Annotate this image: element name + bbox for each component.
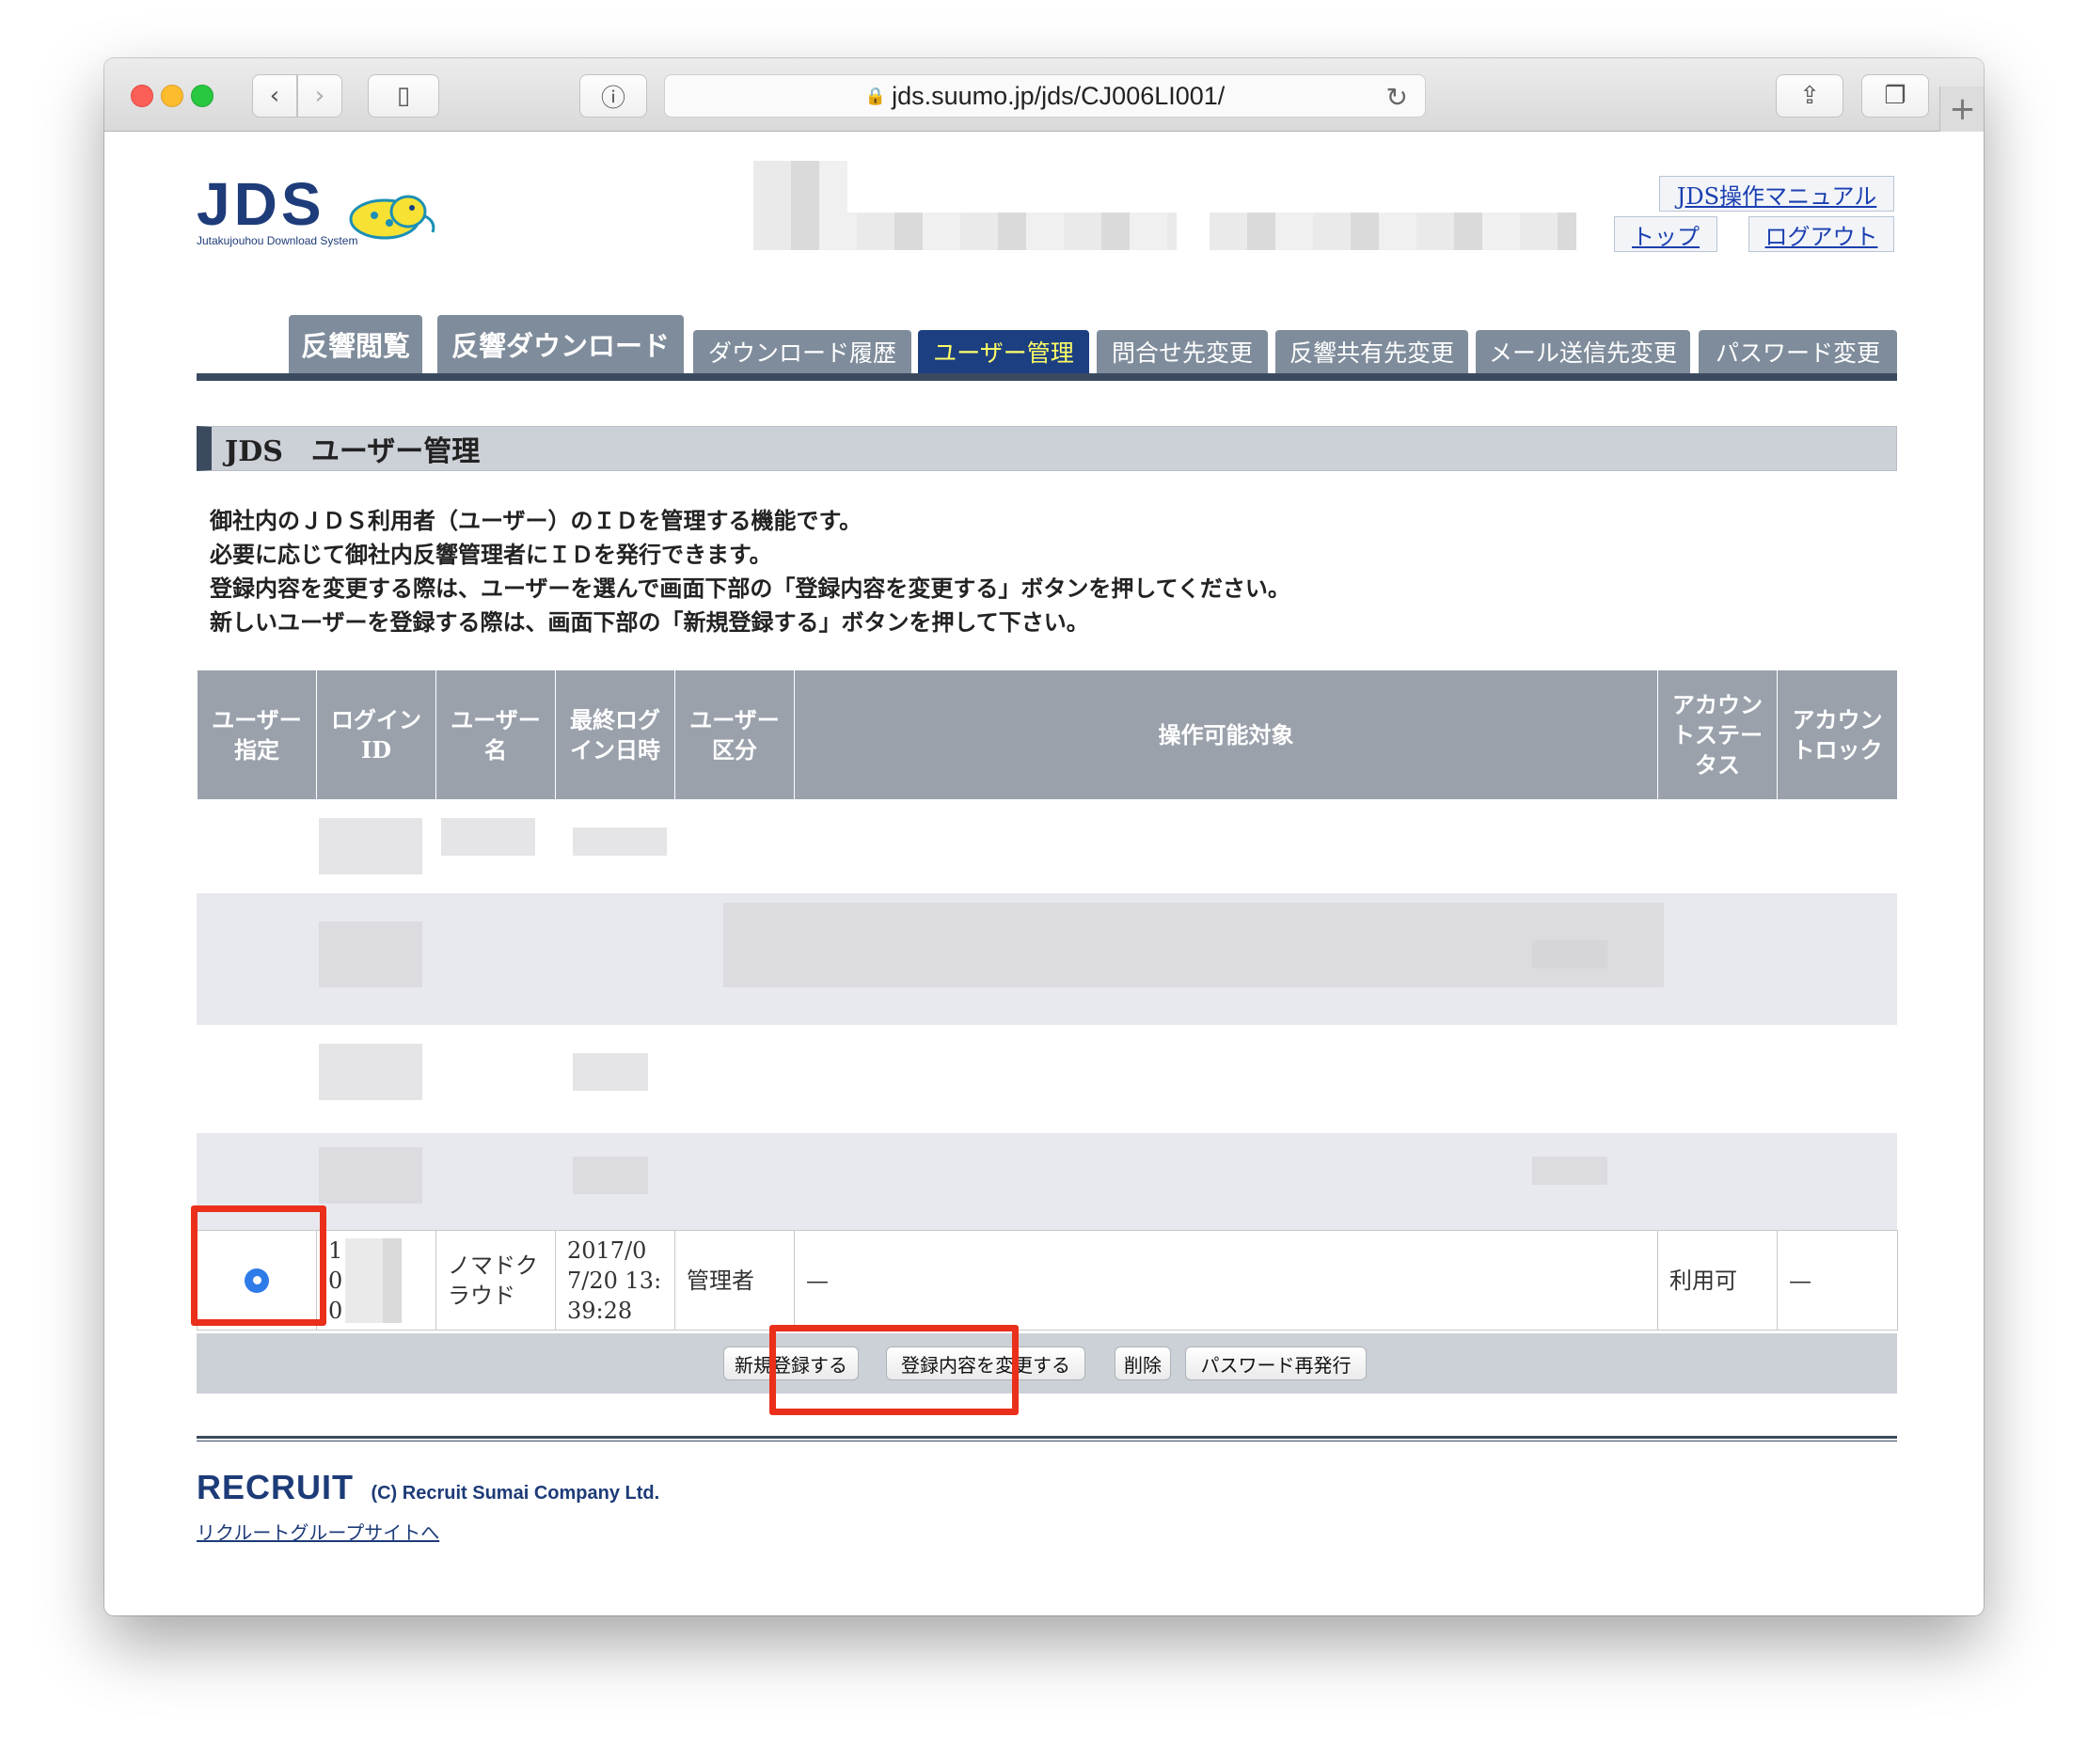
col-account-lock: アカウントロック — [1777, 669, 1898, 800]
account-lock-cell: — — [1777, 1230, 1898, 1331]
top-link[interactable]: トップ — [1614, 216, 1717, 252]
login-id-value: 1 0 0 — [328, 1236, 343, 1324]
reader-info-icon[interactable]: ⓘ — [579, 74, 647, 118]
reload-icon[interactable]: ↻ — [1386, 82, 1408, 113]
col-user-name: ユーザー名 — [435, 669, 556, 800]
tab-contact-change[interactable]: 問合せ先変更 — [1097, 330, 1268, 373]
operable-target-cell: — — [794, 1230, 1658, 1331]
jds-logo: JDS Jutakujouhou Download System — [197, 174, 441, 260]
tab-response-share-change[interactable]: 反響共有先変更 — [1275, 330, 1468, 373]
redacted-table-rows — [197, 799, 1897, 1230]
tab-download-history[interactable]: ダウンロード履歴 — [693, 330, 911, 373]
col-user-type: ユーザー区分 — [674, 669, 795, 800]
table-header-row: ユーザー指定 ログインID ユーザー名 最終ログイン日時 ユーザー区分 操作可能… — [197, 669, 1898, 800]
recruit-brand: RECRUIT — [197, 1468, 354, 1506]
logout-link[interactable]: ログアウト — [1748, 216, 1894, 252]
col-account-status: アカウントステータス — [1657, 669, 1778, 800]
browser-window: ‹ › ▯ ⓘ 🔒 jds.suumo.jp/jds/CJ006LI001/ ↻… — [104, 58, 1984, 1615]
table-row[interactable]: 1 0 0 ノマドクラウド 2017/07/20 13:39:28 管理者 — … — [197, 1230, 1898, 1331]
page-content: JDS Jutakujouhou Download System JDS操作マニ… — [104, 133, 1984, 1615]
description-text: 御社内のＪＤＳ利用者（ユーザー）のＩＤを管理する機能です。 必要に応じて御社内反… — [210, 504, 1290, 639]
tab-response-download[interactable]: 反響ダウンロード — [437, 315, 684, 373]
description-line: 御社内のＪＤＳ利用者（ユーザー）のＩＤを管理する機能です。 — [210, 507, 862, 534]
share-icon[interactable]: ⇪ — [1776, 74, 1843, 118]
lock-icon: 🔒 — [864, 86, 887, 105]
delete-button[interactable]: 削除 — [1115, 1347, 1171, 1380]
browser-toolbar: ‹ › ▯ ⓘ 🔒 jds.suumo.jp/jds/CJ006LI001/ ↻… — [104, 58, 1984, 132]
tab-response-view[interactable]: 反響閲覧 — [289, 315, 422, 373]
highlight-edit-button-box — [769, 1325, 1019, 1415]
maximize-window-icon[interactable] — [191, 85, 214, 107]
address-bar[interactable]: 🔒 jds.suumo.jp/jds/CJ006LI001/ ↻ — [664, 74, 1426, 118]
main-nav-tabs: 反響閲覧 反響ダウンロード ダウンロード履歴 ユーザー管理 問合せ先変更 反響共… — [197, 315, 1897, 381]
highlight-radio-box — [191, 1205, 326, 1326]
user-type-cell: 管理者 — [674, 1230, 795, 1331]
action-button-bar: 新規登録する 登録内容を変更する 削除 パスワード再発行 — [197, 1333, 1897, 1394]
user-table: ユーザー指定 ログインID ユーザー名 最終ログイン日時 ユーザー区分 操作可能… — [197, 669, 1898, 800]
footer-divider — [197, 1436, 1897, 1441]
page-title: JDS ユーザー管理 — [197, 426, 1897, 471]
col-operable-target: 操作可能対象 — [794, 669, 1658, 800]
description-line: 新しいユーザーを登録する際は、画面下部の「新規登録する」ボタンを押して下さい。 — [210, 608, 1089, 636]
tab-user-management[interactable]: ユーザー管理 — [918, 330, 1089, 373]
description-line: 必要に応じて御社内反響管理者にＩＤを発行できます。 — [210, 541, 772, 568]
tab-mail-destination-change[interactable]: メール送信先変更 — [1476, 330, 1690, 373]
tab-password-change[interactable]: パスワード変更 — [1699, 330, 1897, 373]
forward-icon[interactable]: › — [297, 74, 342, 118]
description-line: 登録内容を変更する際は、ユーザーを選んで画面下部の「登録内容を変更する」ボタンを… — [210, 575, 1290, 602]
recruit-logo: RECRUIT (C) Recruit Sumai Company Ltd. — [197, 1468, 659, 1507]
password-reissue-button[interactable]: パスワード再発行 — [1185, 1347, 1367, 1380]
minimize-window-icon[interactable] — [161, 85, 183, 107]
col-user-select: ユーザー指定 — [197, 669, 317, 800]
user-table-visible-row: 1 0 0 ノマドクラウド 2017/07/20 13:39:28 管理者 — … — [197, 1230, 1898, 1331]
account-status-cell: 利用可 — [1657, 1230, 1778, 1331]
user-name-cell: ノマドクラウド — [435, 1230, 556, 1331]
manual-link[interactable]: JDS操作マニュアル — [1659, 176, 1894, 212]
tabs-overview-icon[interactable]: ❐ — [1861, 74, 1929, 118]
sidebar-icon[interactable]: ▯ — [368, 74, 439, 118]
redacted-company-info — [753, 213, 1177, 250]
url-text: jds.suumo.jp/jds/CJ006LI001/ — [892, 81, 1226, 110]
col-login-id: ログインID — [316, 669, 436, 800]
elephant-mascot-icon — [349, 195, 435, 240]
copyright-text: (C) Recruit Sumai Company Ltd. — [371, 1483, 660, 1504]
col-last-login: 最終ログイン日時 — [555, 669, 675, 800]
redacted-company-name — [753, 161, 847, 213]
new-tab-button[interactable]: + — [1939, 87, 1984, 132]
back-icon[interactable]: ‹ — [252, 74, 297, 118]
last-login-cell: 2017/07/20 13:39:28 — [555, 1230, 675, 1331]
login-id-cell: 1 0 0 — [316, 1230, 436, 1331]
redacted-user-info — [1210, 213, 1576, 250]
recruit-group-link[interactable]: リクルートグループサイトへ — [197, 1518, 439, 1545]
close-window-icon[interactable] — [131, 85, 153, 107]
